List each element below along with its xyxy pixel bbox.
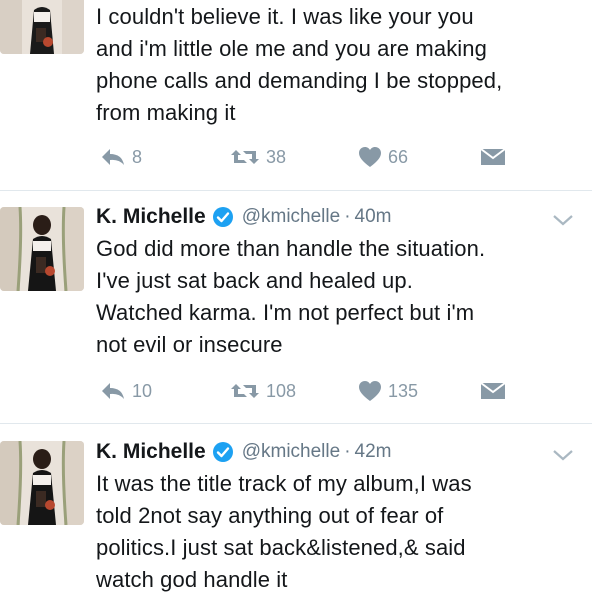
avatar[interactable] [0, 207, 84, 291]
retweet-icon [230, 146, 260, 168]
separator-dot: · [344, 441, 351, 462]
tweet-text-line: and i'm little ole me and you are making [96, 36, 487, 61]
tweet-text-line: I couldn't believe it. I was like your y… [96, 4, 474, 29]
like-button[interactable]: 66 [358, 142, 408, 172]
avatar[interactable] [0, 0, 84, 54]
tweet-text: God did more than handle the situation. … [96, 233, 576, 361]
like-button[interactable]: 135 [358, 376, 418, 406]
retweet-icon [230, 380, 260, 402]
reply-button[interactable]: 8 [100, 142, 142, 172]
tweet-text-line: not evil or insecure [96, 332, 283, 357]
retweet-button[interactable]: 108 [230, 376, 296, 406]
tweet-text-line: politics.I just sat back&listened,& said [96, 535, 466, 560]
tweet-text-line: I've just sat back and healed up. [96, 268, 413, 293]
chevron-down-icon[interactable] [552, 448, 574, 462]
tweet-1[interactable]: I couldn't believe it. I was like your y… [0, 0, 592, 190]
chevron-down-icon[interactable] [552, 213, 574, 227]
tweet-text-line: God did more than handle the situation. [96, 236, 486, 261]
reply-icon [100, 147, 126, 167]
heart-icon [358, 380, 382, 402]
tweet-text-line: watch god handle it [96, 567, 288, 592]
retweet-count: 38 [266, 146, 287, 167]
separator-dot: · [344, 206, 351, 227]
reply-button[interactable]: 10 [100, 376, 152, 406]
user-handle[interactable]: @kmichelle [242, 206, 340, 228]
direct-message-button[interactable] [480, 376, 506, 406]
tweet-header: K. Michelle @kmichelle · 42m [96, 437, 391, 467]
tweet-2[interactable]: K. Michelle @kmichelle · 40m God did mor… [0, 191, 592, 422]
display-name[interactable]: K. Michelle [96, 205, 206, 229]
tweet-text-line: told 2not say anything out of fear of [96, 503, 444, 528]
tweet-text-line: It was the title track of my album,I was [96, 471, 472, 496]
timestamp[interactable]: 42m [355, 441, 392, 463]
tweet-header: K. Michelle @kmichelle · 40m [96, 202, 391, 232]
user-handle[interactable]: @kmichelle [242, 441, 340, 463]
timestamp[interactable]: 40m [355, 206, 392, 228]
tweet-text-line: Watched karma. I'm not perfect but i'm [96, 300, 475, 325]
tweet-text-line: phone calls and demanding I be stopped, [96, 68, 503, 93]
tweet-3[interactable]: K. Michelle @kmichelle · 42m It was the … [0, 424, 592, 600]
heart-icon [358, 146, 382, 168]
retweet-count: 108 [266, 380, 297, 401]
envelope-icon [480, 147, 506, 167]
direct-message-button[interactable] [480, 142, 506, 172]
display-name[interactable]: K. Michelle [96, 440, 206, 464]
like-count: 66 [388, 146, 409, 167]
reply-icon [100, 381, 126, 401]
tweet-text: It was the title track of my album,I was… [96, 468, 576, 596]
reply-count: 10 [132, 380, 153, 401]
envelope-icon [480, 381, 506, 401]
avatar[interactable] [0, 441, 84, 525]
reply-count: 8 [132, 146, 143, 167]
tweet-text-line: from making it [96, 100, 236, 125]
verified-badge-icon [212, 206, 234, 228]
tweet-text: I couldn't believe it. I was like your y… [96, 1, 576, 129]
retweet-button[interactable]: 38 [230, 142, 286, 172]
like-count: 135 [388, 380, 419, 401]
verified-badge-icon [212, 441, 234, 463]
